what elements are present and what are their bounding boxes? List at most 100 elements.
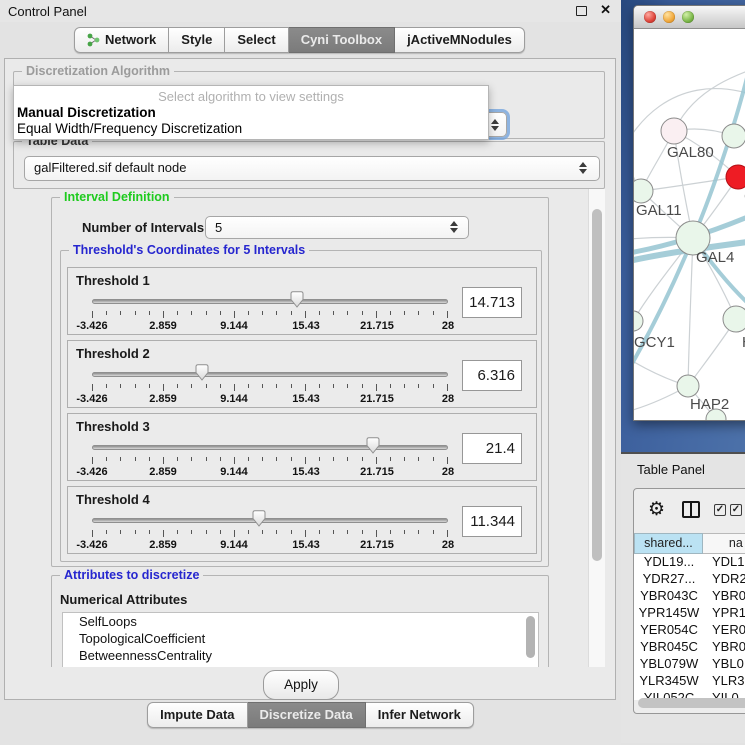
node xyxy=(661,118,687,144)
dropdown-placeholder: Select algorithm to view settings xyxy=(14,86,488,104)
table-row[interactable]: YDR27... YDR2 xyxy=(634,571,745,588)
threshold-value-field[interactable]: 6.316 xyxy=(462,360,522,391)
table-panel-titlebar: Table Panel xyxy=(621,452,745,484)
column-header-name[interactable]: na xyxy=(703,533,745,554)
threshold-label: Threshold 3 xyxy=(76,419,150,434)
tick-label: 21.715 xyxy=(360,539,394,551)
tick-label: 28 xyxy=(442,320,454,332)
tab-network[interactable]: Network xyxy=(74,27,169,53)
main-scrollbar-track[interactable] xyxy=(588,189,605,667)
tab-label: Infer Network xyxy=(378,707,461,722)
tab-infer-network[interactable]: Infer Network xyxy=(366,702,474,728)
table-panel-title: Table Panel xyxy=(637,462,705,477)
table-toolbar: ⚙ ✓ ✓ xyxy=(634,489,745,533)
cell-shared-name: YBR043C xyxy=(634,588,704,605)
tab-cyni-toolbox[interactable]: Cyni Toolbox xyxy=(289,27,395,53)
cell-shared-name: YPR145W xyxy=(634,605,704,622)
apply-button[interactable]: Apply xyxy=(263,670,339,700)
network-view-window[interactable]: GAL80 G C GAL11 GAL4 GCY1 H HAP2 xyxy=(633,5,745,421)
table-header-row: shared... na xyxy=(634,533,745,554)
threshold-value-field[interactable]: 21.4 xyxy=(462,433,522,464)
close-traffic-light-icon[interactable] xyxy=(644,11,656,23)
table-row[interactable]: YBR043C YBR0 xyxy=(634,588,745,605)
network-canvas[interactable]: GAL80 G C GAL11 GAL4 GCY1 H HAP2 xyxy=(634,29,745,421)
control-panel: Control Panel ✕ Network Style Select Cyn… xyxy=(0,0,621,745)
node xyxy=(634,179,653,203)
threshold-value-field[interactable]: 14.713 xyxy=(462,287,522,318)
threshold-slider-box: Threshold 2 -3.426 2.859 9.144 15.43 21.… xyxy=(67,340,537,408)
tab-jactivemnodules[interactable]: jActiveMNodules xyxy=(395,27,525,53)
list-scrollbar-thumb[interactable] xyxy=(526,616,535,658)
tick-label: 2.859 xyxy=(149,393,177,405)
slider-thumb[interactable] xyxy=(366,437,380,454)
cell-shared-name: YER054C xyxy=(634,622,704,639)
table-data-group: Table Data galFiltered.sif default node xyxy=(13,141,605,189)
float-window-icon[interactable] xyxy=(576,6,587,16)
horizontal-scrollbar-thumb[interactable] xyxy=(638,698,745,708)
interval-definition-group: Interval Definition Number of Intervals … xyxy=(51,197,549,567)
slider-thumb[interactable] xyxy=(195,364,209,381)
bottom-tab-bar: Impute Data Discretize Data Infer Networ… xyxy=(0,702,621,728)
group-title: Interval Definition xyxy=(60,190,174,205)
algorithm-dropdown-popup: Select algorithm to view settings Manual… xyxy=(13,85,489,140)
dropdown-option-manual-discretization[interactable]: Manual Discretization xyxy=(14,104,488,120)
node-label: GAL4 xyxy=(696,249,734,266)
slider-track[interactable] xyxy=(92,518,448,523)
network-graph: GAL80 G C GAL11 GAL4 GCY1 H HAP2 xyxy=(634,29,745,421)
tick-label: 28 xyxy=(442,393,454,405)
tick-label: 9.144 xyxy=(220,393,248,405)
tick-label: -3.426 xyxy=(76,320,107,332)
network-window-titlebar xyxy=(634,6,745,29)
tick-label: 15.43 xyxy=(292,539,320,551)
tab-discretize-data[interactable]: Discretize Data xyxy=(248,702,366,728)
tab-select[interactable]: Select xyxy=(225,27,288,53)
table-row[interactable]: YLR345W YLR3 xyxy=(634,673,745,690)
slider-track[interactable] xyxy=(92,299,448,304)
tick-label: 2.859 xyxy=(149,466,177,478)
table-row[interactable]: YBL079W YBL0 xyxy=(634,656,745,673)
settings-gear-icon[interactable]: ⚙ xyxy=(648,498,665,521)
table-row[interactable]: YPR145W YPR1 xyxy=(634,605,745,622)
dropdown-option-equal-width-frequency[interactable]: Equal Width/Frequency Discretization xyxy=(14,120,488,136)
tick-label: 28 xyxy=(442,539,454,551)
number-of-intervals-combobox[interactable]: 5 xyxy=(205,216,469,239)
list-item[interactable]: SelfLoops xyxy=(63,613,538,630)
tick-label: -3.426 xyxy=(76,393,107,405)
split-columns-icon[interactable] xyxy=(682,501,700,518)
tab-impute-data[interactable]: Impute Data xyxy=(147,702,247,728)
slider-thumb[interactable] xyxy=(290,291,304,308)
cell-name: YBR0 xyxy=(704,588,745,605)
tick-label: 9.144 xyxy=(220,466,248,478)
threshold-value-field[interactable]: 11.344 xyxy=(462,506,522,537)
cell-shared-name: YDL19... xyxy=(634,554,704,571)
checkbox-icon[interactable]: ✓ xyxy=(714,504,726,516)
column-header-shared[interactable]: shared... xyxy=(634,533,703,554)
minimize-traffic-light-icon[interactable] xyxy=(663,11,675,23)
slider-ticks xyxy=(92,530,448,538)
zoom-traffic-light-icon[interactable] xyxy=(682,11,694,23)
tab-style[interactable]: Style xyxy=(169,27,225,53)
table-row[interactable]: YER054C YER0 xyxy=(634,622,745,639)
checkbox-icon[interactable]: ✓ xyxy=(730,504,742,516)
table-row[interactable]: YBR045C YBR0 xyxy=(634,639,745,656)
panel-title: Control Panel xyxy=(8,4,87,19)
tab-label: Style xyxy=(181,32,212,47)
slider-track[interactable] xyxy=(92,445,448,450)
table-data-combobox[interactable]: galFiltered.sif default node xyxy=(24,156,600,181)
tick-label: 15.43 xyxy=(292,320,320,332)
slider-ticks xyxy=(92,384,448,392)
slider-thumb[interactable] xyxy=(252,510,266,527)
tick-label: 15.43 xyxy=(292,393,320,405)
slider-track[interactable] xyxy=(92,372,448,377)
list-item[interactable]: BetweennessCentrality xyxy=(63,647,538,664)
tick-label: 9.144 xyxy=(220,320,248,332)
combo-arrows-icon xyxy=(450,221,458,233)
table-row[interactable]: YDL19... YDL1 xyxy=(634,554,745,571)
main-scrollbar-thumb[interactable] xyxy=(592,209,602,561)
threshold-label: Threshold 1 xyxy=(76,273,150,288)
list-item[interactable]: TopologicalCoefficient xyxy=(63,630,538,647)
combo-arrows-icon xyxy=(579,162,587,174)
tick-label: -3.426 xyxy=(76,466,107,478)
cell-name: YBL0 xyxy=(704,656,744,673)
close-icon[interactable]: ✕ xyxy=(600,2,611,18)
